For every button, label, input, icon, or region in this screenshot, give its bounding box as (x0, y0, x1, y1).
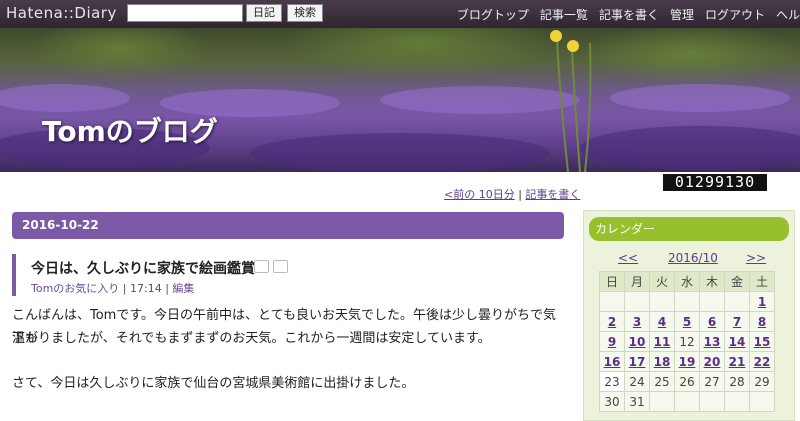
calendar-day-16[interactable]: 16 (599, 351, 625, 372)
nav-logout[interactable]: ログアウト (705, 6, 765, 23)
calendar-table: 日月火水木金土 1 2 3 4 5 6 7 8 9 10 11 12 13 14 15 16 17 18 19 20 2… (599, 271, 775, 412)
nav-article-list[interactable]: 記事一覧 (540, 6, 588, 23)
calendar-day-31: 31 (624, 391, 650, 412)
diary-button[interactable]: 日記 (246, 4, 282, 22)
entry-title[interactable]: 今日は、久しぶりに家族で絵画鑑賞 (31, 258, 255, 278)
search-button[interactable]: 検索 (287, 4, 323, 22)
lavender-field-image (0, 28, 800, 172)
calendar-day-12: 12 (674, 331, 700, 352)
entry-time: 17:14 (130, 282, 162, 295)
calendar-week-row: 16 17 18 19 20 21 22 (599, 351, 775, 372)
calendar-week-row: 1 (599, 291, 775, 312)
nav-help[interactable]: ヘルプ (776, 6, 800, 23)
calendar-empty-cell (699, 291, 725, 312)
calendar-week-row: 23 24 25 26 27 28 29 (599, 371, 775, 392)
calendar-day-29: 29 (749, 371, 775, 392)
calendar-day-2[interactable]: 2 (599, 311, 625, 332)
calendar-prev-link[interactable]: << (618, 251, 638, 265)
calendar-week-row: 9 10 11 12 13 14 15 (599, 331, 775, 352)
calendar-empty-cell (674, 391, 700, 412)
calendar-empty-cell (749, 391, 775, 412)
calendar-empty-cell (624, 291, 650, 312)
calendar-week-row: 2345678 (599, 311, 775, 332)
calendar-day-9[interactable]: 9 (599, 331, 625, 352)
calendar-weekday: 木 (699, 271, 725, 292)
calendar-weekday: 水 (674, 271, 700, 292)
top-nav: ブログトップ 記事一覧 記事を書く 管理 ログアウト ヘルプ (457, 6, 800, 23)
calendar-weekday: 日 (599, 271, 625, 292)
entry-paragraph: 下がりましたが、それでもまずまずのお天気。これから一週間は安定しています。 (12, 331, 491, 346)
calendar-day-6[interactable]: 6 (699, 311, 725, 332)
entry-date-bar[interactable]: 2016-10-22 (12, 212, 564, 239)
hatena-diary-logo[interactable]: Hatena::Diary (6, 4, 117, 22)
calendar-empty-cell (599, 291, 625, 312)
calendar-next-link[interactable]: >> (746, 251, 766, 265)
comment-icon[interactable] (254, 260, 269, 273)
calendar-heading: カレンダー (589, 217, 789, 241)
calendar-day-20[interactable]: 20 (699, 351, 725, 372)
edit-link[interactable]: 編集 (172, 282, 194, 295)
blog-title[interactable]: Tomのブログ (42, 110, 218, 150)
top-bar: Hatena::Diary 日記 検索 ブログトップ 記事一覧 記事を書く 管理… (0, 0, 800, 28)
calendar-weekday: 月 (624, 271, 650, 292)
entry-header: 今日は、久しぶりに家族で絵画鑑賞 Tomのお気に入り | 17:14 | 編集 (12, 254, 568, 296)
calendar-day-19[interactable]: 19 (674, 351, 700, 372)
category-link[interactable]: Tomのお気に入り (31, 282, 119, 295)
calendar-day-13[interactable]: 13 (699, 331, 725, 352)
prev-10-days-link[interactable]: <前の 10日分 (444, 188, 515, 201)
calendar-day-14[interactable]: 14 (724, 331, 750, 352)
image-icon[interactable] (273, 260, 288, 273)
calendar-day-23: 23 (599, 371, 625, 392)
calendar-day-3[interactable]: 3 (624, 311, 650, 332)
calendar-month-link[interactable]: 2016/10 (668, 251, 718, 265)
search-input[interactable] (127, 4, 243, 22)
calendar-day-10[interactable]: 10 (624, 331, 650, 352)
sidebar-calendar-module: カレンダー << 2016/10 >> 日月火水木金土 1 2 3 4 5 6 7 8 9 10 1… (583, 210, 795, 421)
calendar-day-27: 27 (699, 371, 725, 392)
entry-meta: Tomのお気に入り | 17:14 | 編集 (31, 280, 194, 296)
calendar-day-4[interactable]: 4 (649, 311, 675, 332)
calendar-empty-cell (724, 291, 750, 312)
calendar-day-21[interactable]: 21 (724, 351, 750, 372)
calendar-day-30: 30 (599, 391, 625, 412)
calendar-empty-cell (674, 291, 700, 312)
entry-paragraph: さて、今日は久しぶりに家族で仙台の宮城県美術館に出掛けました。 (12, 376, 415, 391)
write-article-link[interactable]: 記事を書く (525, 188, 580, 201)
meta-separator: | (122, 282, 130, 295)
nav-write-article[interactable]: 記事を書く (599, 6, 659, 23)
calendar-day-18[interactable]: 18 (649, 351, 675, 372)
calendar-day-28: 28 (724, 371, 750, 392)
calendar-empty-cell (649, 291, 675, 312)
calendar-day-5[interactable]: 5 (674, 311, 700, 332)
calendar-day-25: 25 (649, 371, 675, 392)
calendar-week-row: 30 31 (599, 391, 775, 412)
calendar-day-8[interactable]: 8 (749, 311, 775, 332)
nav-admin[interactable]: 管理 (670, 6, 694, 23)
calendar-day-26: 26 (674, 371, 700, 392)
calendar-day-24: 24 (624, 371, 650, 392)
calendar-day-17[interactable]: 17 (624, 351, 650, 372)
nav-blog-top[interactable]: ブログトップ (457, 6, 529, 23)
header-banner: Tomのブログ (0, 28, 800, 172)
calendar-weekday: 金 (724, 271, 750, 292)
calendar-empty-cell (699, 391, 725, 412)
calendar-weekday: 火 (649, 271, 675, 292)
calendar-day-1[interactable]: 1 (749, 291, 775, 312)
calendar-day-11[interactable]: 11 (649, 331, 675, 352)
page-navigation: <前の 10日分 | 記事を書く (444, 186, 580, 202)
calendar-day-7[interactable]: 7 (724, 311, 750, 332)
calendar-day-22[interactable]: 22 (749, 351, 775, 372)
calendar-day-15[interactable]: 15 (749, 331, 775, 352)
calendar-empty-cell (649, 391, 675, 412)
calendar-empty-cell (724, 391, 750, 412)
calendar-weekday: 土 (749, 271, 775, 292)
access-counter: 01299130 (663, 174, 767, 191)
